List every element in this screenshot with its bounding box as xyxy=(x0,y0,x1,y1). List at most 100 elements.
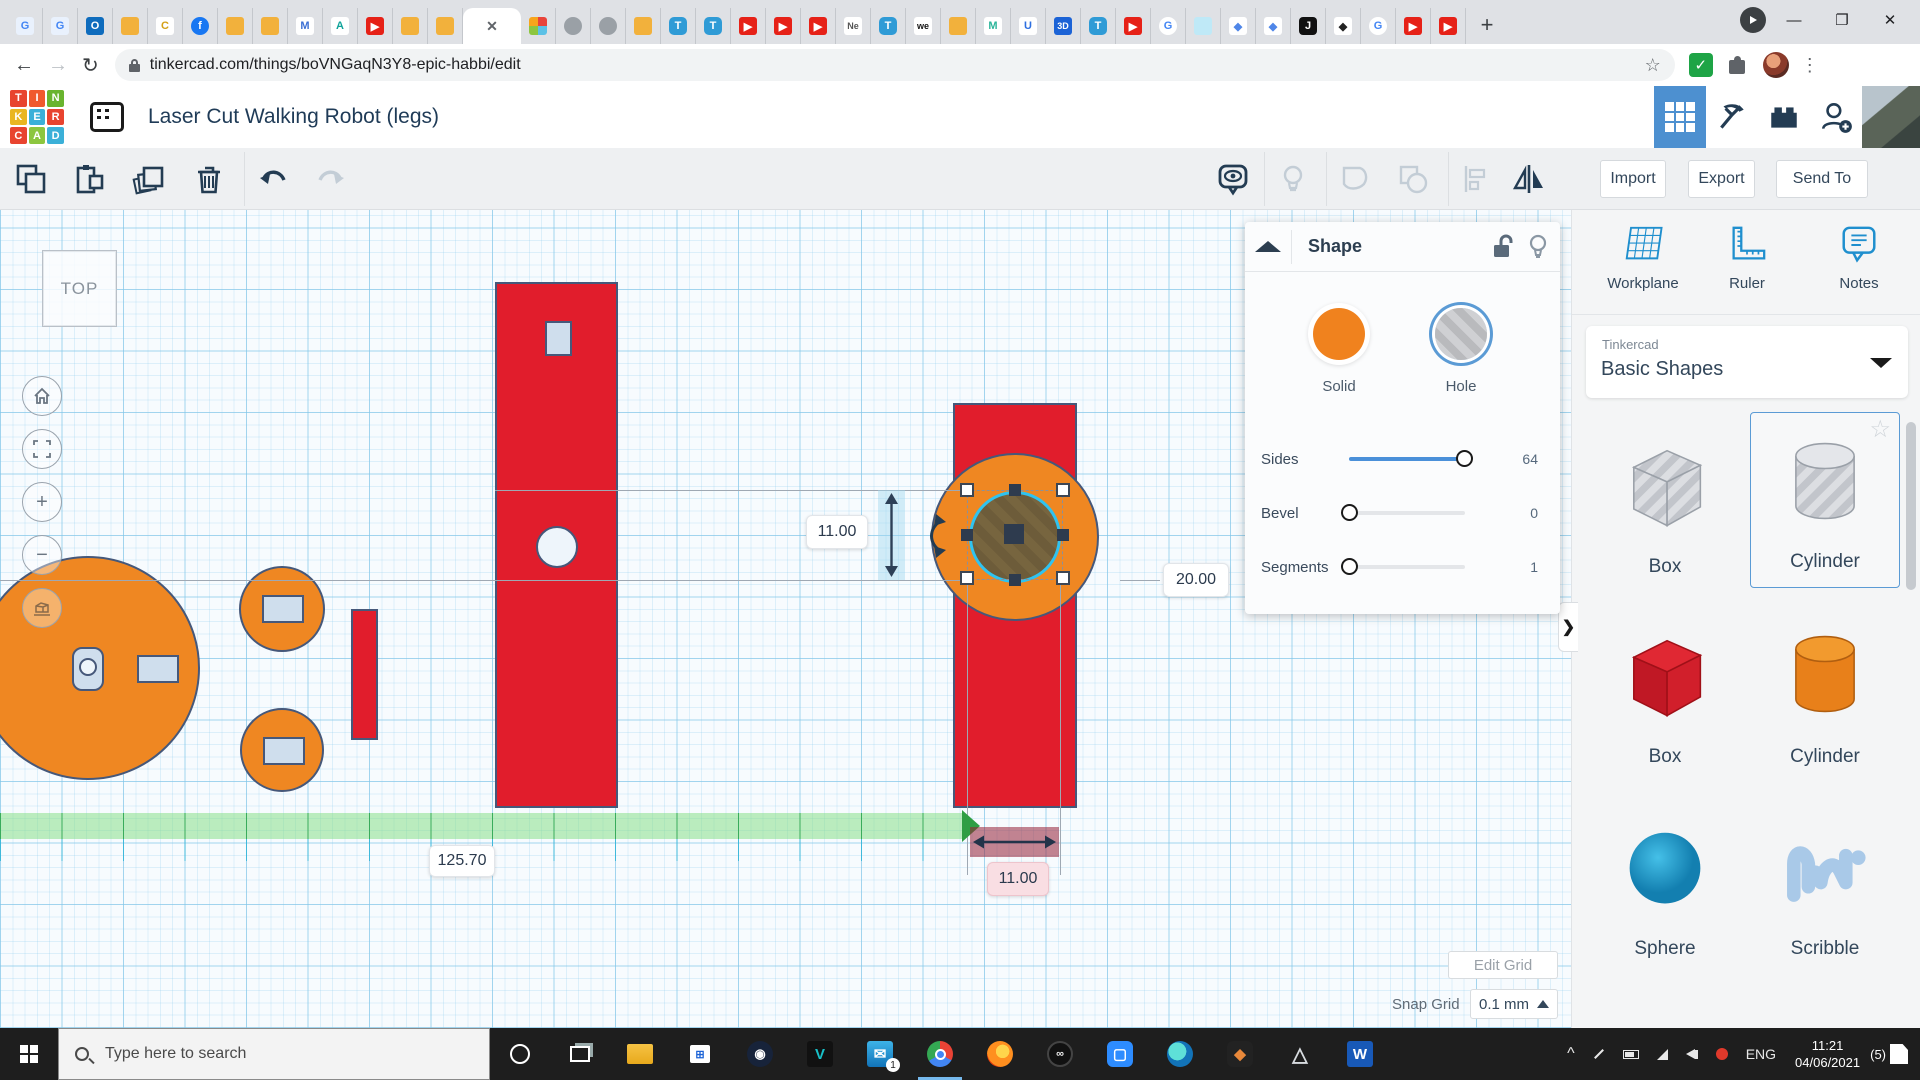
hole-swatch[interactable] xyxy=(1435,308,1487,360)
design-canvas[interactable]: TOP + − 11.00 20.00 11.00 125.70 Shape S… xyxy=(0,210,1571,1028)
dim-height-bar[interactable] xyxy=(878,490,905,580)
browser-tab-youtube[interactable]: ▶ xyxy=(766,8,801,44)
invite-person-icon[interactable] xyxy=(1810,86,1862,148)
rotate-handle[interactable] xyxy=(922,512,948,565)
dim-elevation-label[interactable]: 20.00 xyxy=(1163,563,1229,597)
design-title[interactable]: Laser Cut Walking Robot (legs) xyxy=(148,105,439,129)
scale-handle-nw[interactable] xyxy=(960,483,974,497)
start-button[interactable] xyxy=(0,1028,58,1080)
taskbar-icon-resolve[interactable]: ◆ xyxy=(1210,1028,1270,1080)
clock[interactable]: 11:21 04/06/2021 xyxy=(1795,1037,1860,1071)
browser-tab-ne[interactable]: Ne xyxy=(836,8,871,44)
ungroup-button[interactable] xyxy=(1396,162,1430,196)
extensions-puzzle-icon[interactable] xyxy=(1727,54,1749,76)
shape-item-red-box[interactable]: Box xyxy=(1590,606,1740,782)
browser-tab-robot[interactable] xyxy=(941,8,976,44)
browser-tab-robot[interactable] xyxy=(626,8,661,44)
browser-tab-inkscape[interactable]: ◆ xyxy=(1326,8,1361,44)
zoom-out-button[interactable]: − xyxy=(22,535,62,575)
minimize-button[interactable]: — xyxy=(1774,4,1814,36)
group-button[interactable] xyxy=(1338,162,1372,196)
language-indicator[interactable]: ENG xyxy=(1746,1046,1776,1062)
shape-library-select[interactable]: Tinkercad Basic Shapes xyxy=(1586,326,1908,398)
delete-button[interactable] xyxy=(192,162,226,196)
bevel-slider[interactable] xyxy=(1341,504,1465,521)
fit-view-button[interactable] xyxy=(22,429,62,469)
taskbar-icon-teal[interactable] xyxy=(1150,1028,1210,1080)
sides-slider[interactable] xyxy=(1349,450,1473,467)
browser-profile-avatar[interactable] xyxy=(1762,52,1789,78)
browser-tab-robot[interactable] xyxy=(218,8,253,44)
taskbar-icon-cortana[interactable] xyxy=(490,1028,550,1080)
bevel-slider-knob[interactable] xyxy=(1341,504,1358,521)
browser-tab-youtube[interactable]: ▶ xyxy=(358,8,393,44)
ruler-value-label[interactable]: 125.70 xyxy=(429,845,495,877)
canvas-shape-small-red-bar[interactable] xyxy=(351,609,378,740)
taskbar-icon-predator[interactable]: V xyxy=(790,1028,850,1080)
show-all-button[interactable] xyxy=(1216,162,1250,196)
edit-grid-button[interactable]: Edit Grid xyxy=(1448,951,1558,979)
browser-tab-book[interactable]: ◆ xyxy=(1221,8,1256,44)
volume-icon[interactable] xyxy=(1685,1049,1698,1059)
tray-caret-icon[interactable]: ^ xyxy=(1567,1045,1575,1063)
browser-tab-kiddom[interactable] xyxy=(1186,8,1221,44)
minecraft-export-icon[interactable] xyxy=(1706,86,1758,148)
ruler-bar[interactable] xyxy=(0,813,962,839)
edge-handle-e[interactable] xyxy=(1057,529,1069,541)
scale-handle-sw[interactable] xyxy=(960,571,974,585)
taskbar-icon-store[interactable]: ⊞ xyxy=(670,1028,730,1080)
import-button[interactable]: Import xyxy=(1600,160,1666,198)
taskbar-icon-taskview[interactable] xyxy=(550,1028,610,1080)
canvas-hole-rect-2[interactable] xyxy=(263,737,305,765)
network-icon[interactable] xyxy=(1656,1048,1668,1060)
paste-button[interactable] xyxy=(72,162,106,196)
shape-item-sphere[interactable]: Sphere xyxy=(1590,798,1740,974)
shape-item-hole-cylinder[interactable]: ☆ Cylinder xyxy=(1750,412,1900,588)
tinkercad-logo[interactable]: TIN KER CAD xyxy=(10,90,64,144)
taskbar-icon-oval[interactable]: ∞ xyxy=(1030,1028,1090,1080)
segments-slider-knob[interactable] xyxy=(1341,558,1358,575)
browser-tab-outlook[interactable]: O xyxy=(78,8,113,44)
duplicate-button[interactable] xyxy=(132,162,166,196)
taskbar-icon-firefox[interactable] xyxy=(970,1028,1030,1080)
browser-tab-tinkercolor[interactable] xyxy=(521,8,556,44)
dim-width-label[interactable]: 11.00 xyxy=(987,862,1049,896)
shape-item-orange-cylinder[interactable]: Cylinder xyxy=(1750,606,1900,782)
browser-tab-facebook[interactable]: f xyxy=(183,8,218,44)
browser-tab-we[interactable]: we xyxy=(906,8,941,44)
active-tab[interactable]: ✕ xyxy=(463,8,521,44)
maximize-button[interactable]: ❐ xyxy=(1822,4,1862,36)
browser-tab-translate[interactable]: G xyxy=(8,8,43,44)
browser-tab-globe[interactable] xyxy=(556,8,591,44)
close-button[interactable]: ✕ xyxy=(1870,4,1910,36)
dim-height-label[interactable]: 11.00 xyxy=(806,515,868,549)
media-control-button[interactable] xyxy=(1740,7,1766,33)
browser-tab-jblack[interactable]: J xyxy=(1291,8,1326,44)
browser-tab-threeD[interactable]: 3D xyxy=(1046,8,1081,44)
tab-close-icon[interactable]: ✕ xyxy=(486,18,498,35)
panel-collapse-button[interactable] xyxy=(1245,241,1291,252)
snap-grid-select[interactable]: 0.1 mm xyxy=(1470,989,1558,1019)
extension-check-icon[interactable]: ✓ xyxy=(1688,53,1713,77)
browser-tab-autodesk[interactable]: A xyxy=(323,8,358,44)
dim-width-bar[interactable] xyxy=(970,827,1059,857)
browser-tab-mhex[interactable]: M xyxy=(288,8,323,44)
account-avatar[interactable] xyxy=(1862,86,1920,148)
perspective-toggle-button[interactable] xyxy=(22,588,62,628)
taskbar-icon-steam[interactable]: ◉ xyxy=(730,1028,790,1080)
redo-button[interactable] xyxy=(314,162,348,196)
shape-item-scribble[interactable]: Scribble xyxy=(1750,798,1900,974)
browser-tab-tinkerblue[interactable]: T xyxy=(1081,8,1116,44)
blocks-view-button[interactable] xyxy=(1654,86,1706,148)
undo-button[interactable] xyxy=(256,162,290,196)
workplane-tool[interactable]: Workplane xyxy=(1598,224,1688,292)
taskbar-search[interactable]: Type here to search xyxy=(58,1028,490,1080)
zoom-in-button[interactable]: + xyxy=(22,482,62,522)
browser-tab-robot[interactable] xyxy=(393,8,428,44)
taskbar-icon-mail[interactable]: ✉ 1 xyxy=(850,1028,910,1080)
align-button[interactable] xyxy=(1458,162,1492,196)
browser-tab-youtube[interactable]: ▶ xyxy=(1396,8,1431,44)
export-button[interactable]: Export xyxy=(1688,160,1755,198)
shape-item-hole-box[interactable]: Box xyxy=(1590,416,1740,592)
sidebar-collapse-chevron[interactable]: ❯ xyxy=(1558,602,1578,652)
